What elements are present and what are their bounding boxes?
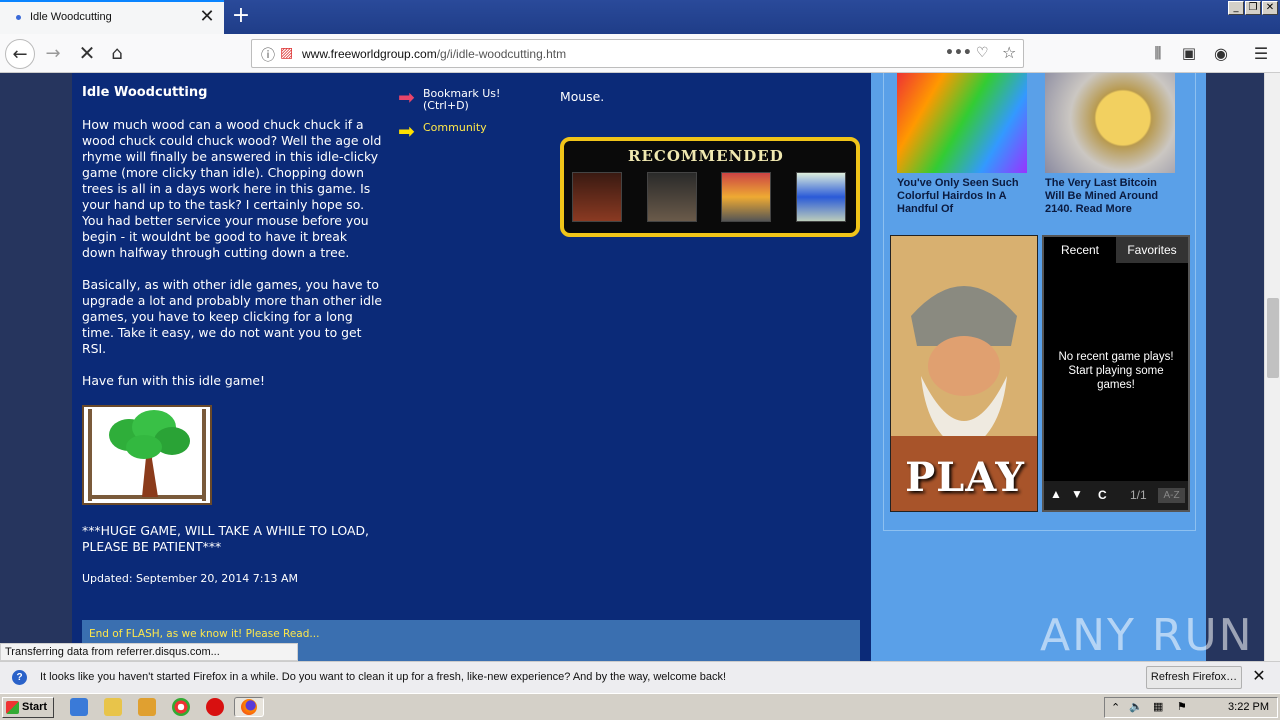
recommended-game-4[interactable] <box>796 172 846 222</box>
network-icon[interactable]: ▦ <box>1153 700 1163 713</box>
empty-message: No recent game plays! Start playing some… <box>1058 351 1174 391</box>
close-notification-icon[interactable]: ✕ <box>1250 667 1268 687</box>
tray-expand-icon[interactable]: ⌃ <box>1111 701 1120 714</box>
url-text[interactable]: www.freeworldgroup.com/g/i/idle-woodcutt… <box>302 47 566 61</box>
page-indicator: 1/1 <box>1130 488 1147 502</box>
notification-message: It looks like you haven't started Firefo… <box>40 671 727 683</box>
arrow-right-icon: ➡ <box>398 85 415 109</box>
bookmark-shortcut: (Ctrl+D) <box>423 99 469 112</box>
game-description: Idle Woodcutting How much wood can a woo… <box>82 85 384 587</box>
bookmark-star-icon[interactable]: ☆ <box>1002 43 1016 62</box>
refresh-firefox-button[interactable]: Refresh Firefox… <box>1146 666 1242 689</box>
loading-dot-icon <box>16 15 21 20</box>
tab-bar: Idle Woodcutting ✕ + _ ❐ ✕ <box>0 0 1280 34</box>
close-tab-icon[interactable]: ✕ <box>198 8 216 26</box>
address-bar[interactable]: ⓘ ▨ www.freeworldgroup.com/g/i/idle-wood… <box>251 39 1024 68</box>
folder-icon[interactable] <box>104 698 122 716</box>
notification-bar: ? It looks like you haven't started Fire… <box>0 661 1280 693</box>
question-icon: ? <box>12 670 27 685</box>
arrow-right-icon: ➡ <box>398 119 415 143</box>
tab-idle-woodcutting[interactable]: Idle Woodcutting ✕ <box>0 0 224 34</box>
ad-card-2[interactable]: The Very Last Bitcoin Will Be Mined Arou… <box>1045 73 1175 216</box>
windows-logo-icon <box>6 701 19 714</box>
recent-controls: ▲ ▼ C 1/1 A-Z <box>1044 481 1188 510</box>
recommended-game-2[interactable] <box>647 172 697 222</box>
game-thumbnail[interactable] <box>82 405 212 505</box>
controls-text: Mouse. <box>560 89 605 104</box>
ad-image-1[interactable] <box>897 73 1027 173</box>
ad-caption-1[interactable]: You've Only Seen Such Colorful Hairdos I… <box>897 177 1027 216</box>
start-button[interactable]: Start <box>2 697 54 718</box>
recent-tabs: Recent Favorites <box>1044 237 1188 263</box>
scrollbar-thumb[interactable] <box>1267 298 1279 378</box>
updated-date: Updated: September 20, 2014 7:13 AM <box>82 572 299 585</box>
recommended-box: RECOMMENDED <box>560 137 860 237</box>
quick-links: ➡ Bookmark Us! (Ctrl+D) ➡ Community <box>398 85 500 144</box>
recommended-game-1[interactable] <box>572 172 622 222</box>
clock[interactable]: 3:22 PM <box>1228 701 1269 713</box>
clear-button[interactable]: C <box>1098 488 1107 502</box>
recommended-game-3[interactable] <box>721 172 771 222</box>
watermark: ANY RUN <box>1040 610 1254 661</box>
bookmark-link[interactable]: ➡ Bookmark Us! (Ctrl+D) <box>398 85 500 112</box>
tab-recent[interactable]: Recent <box>1044 237 1116 263</box>
navigation-bar: ← → ✕ ⌂ ⓘ ▨ www.freeworldgroup.com/g/i/i… <box>0 34 1280 73</box>
community-label: Community <box>423 121 487 134</box>
scroll-down-icon[interactable]: ▼ <box>1071 487 1083 501</box>
tree-image <box>88 409 206 501</box>
description-paragraph-1: How much wood can a wood chuck chuck if … <box>82 117 382 260</box>
flag-icon[interactable]: ⚑ <box>1177 700 1187 713</box>
restore-icon[interactable]: ❐ <box>1245 1 1261 15</box>
start-label: Start <box>22 701 48 713</box>
back-icon[interactable]: ← <box>5 39 35 69</box>
firefox-icon <box>241 699 257 715</box>
stop-loading-icon[interactable]: ✕ <box>72 39 102 69</box>
status-message: Transferring data from referrer.disqus.c… <box>0 643 298 661</box>
recommended-title: RECOMMENDED <box>628 147 784 165</box>
account-icon[interactable]: ◉ <box>1206 39 1236 69</box>
close-window-icon[interactable]: ✕ <box>1262 1 1278 15</box>
load-warning: ***HUGE GAME, WILL TAKE A WHILE TO LOAD,… <box>82 523 369 554</box>
play-label[interactable]: PLAY <box>899 454 1031 501</box>
ad-caption-2[interactable]: The Very Last Bitcoin Will Be Mined Arou… <box>1045 177 1175 216</box>
game-title: Idle Woodcutting <box>82 85 208 100</box>
web-page: Idle Woodcutting How much wood can a woo… <box>0 73 1264 661</box>
new-tab-icon[interactable]: + <box>228 4 254 30</box>
scroll-up-icon[interactable]: ▲ <box>1050 487 1062 501</box>
recent-games-widget: Recent Favorites No recent game plays! S… <box>1042 235 1190 512</box>
library-icon[interactable]: ⫼ <box>1143 39 1173 69</box>
description-paragraph-3: Have fun with this idle game! <box>82 373 266 388</box>
description-paragraph-2: Basically, as with other idle games, you… <box>82 277 383 356</box>
forward-icon[interactable]: → <box>38 39 68 69</box>
flash-notice-text[interactable]: End of FLASH, as we know it! Please Read… <box>89 628 319 640</box>
ad-image-2[interactable] <box>1045 73 1175 173</box>
volume-icon[interactable]: 🔈 <box>1129 700 1143 713</box>
vertical-scrollbar[interactable] <box>1264 73 1280 661</box>
community-link[interactable]: ➡ Community <box>398 121 500 141</box>
minimize-icon[interactable]: _ <box>1228 1 1244 15</box>
ad-card-1[interactable]: You've Only Seen Such Colorful Hairdos I… <box>897 73 1027 216</box>
menu-icon[interactable]: ☰ <box>1246 39 1276 69</box>
pocket-icon[interactable]: ♡ <box>976 45 989 61</box>
chrome-icon[interactable] <box>172 698 190 716</box>
system-tray: ⌃ 🔈 ▦ ⚑ 3:22 PM <box>1104 697 1278 718</box>
sidebar-icon[interactable]: ▣ <box>1174 39 1204 69</box>
page-actions-icon[interactable]: ••• <box>945 45 972 61</box>
home-icon[interactable]: ⌂ <box>102 39 132 69</box>
tracking-icon[interactable]: ▨ <box>280 45 293 61</box>
play-game-banner[interactable]: PLAY <box>890 235 1038 512</box>
sort-az-button[interactable]: A-Z <box>1158 488 1185 503</box>
info-icon[interactable]: ⓘ <box>261 45 275 65</box>
ie-icon[interactable] <box>70 698 88 716</box>
tab-favorites[interactable]: Favorites <box>1116 237 1188 263</box>
firefox-taskbar-button[interactable] <box>234 697 264 717</box>
tab-title: Idle Woodcutting <box>30 11 112 23</box>
taskbar: Start ⌃ 🔈 ▦ ⚑ 3:22 PM <box>0 693 1280 720</box>
opera-icon[interactable] <box>206 698 224 716</box>
media-player-icon[interactable] <box>138 698 156 716</box>
